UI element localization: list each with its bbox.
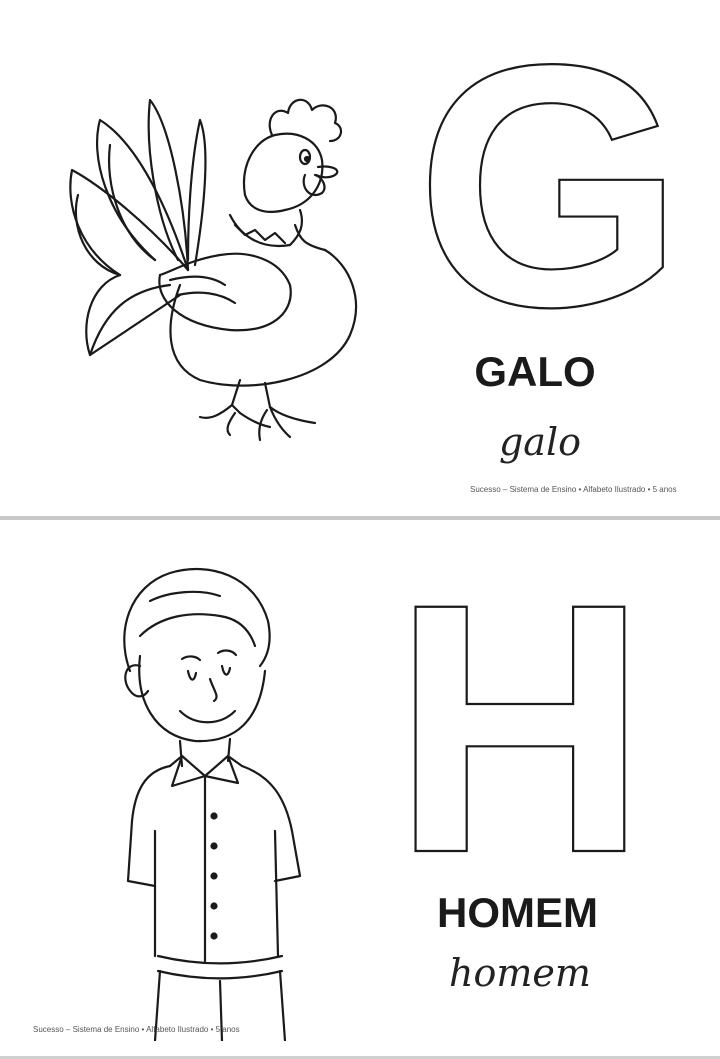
letter-g-text: G xyxy=(416,30,684,330)
page-divider xyxy=(0,516,720,520)
word-print-galo: GALO xyxy=(474,348,596,395)
word-print-homem: HOMEM xyxy=(437,889,598,936)
letter-h-text: H xyxy=(395,566,645,866)
alphabet-page-h: H HOMEM homem Sucesso – Sistema de Ensin… xyxy=(0,521,720,1057)
footer-credit: Sucesso – Sistema de Ensino • Alfabeto I… xyxy=(470,485,677,494)
letter-h-outline: H xyxy=(395,566,645,866)
word-cursive-homem: homem xyxy=(449,951,591,995)
word-cursive-galo: galo xyxy=(498,420,581,464)
alphabet-page-g: G GALO galo Sucesso – Sistema de Ensino … xyxy=(0,0,720,516)
footer-credit: Sucesso – Sistema de Ensino • Alfabeto I… xyxy=(33,1025,240,1034)
rooster-icon xyxy=(69,98,358,442)
letter-g-outline: G xyxy=(415,30,686,330)
man-icon xyxy=(123,568,302,1041)
